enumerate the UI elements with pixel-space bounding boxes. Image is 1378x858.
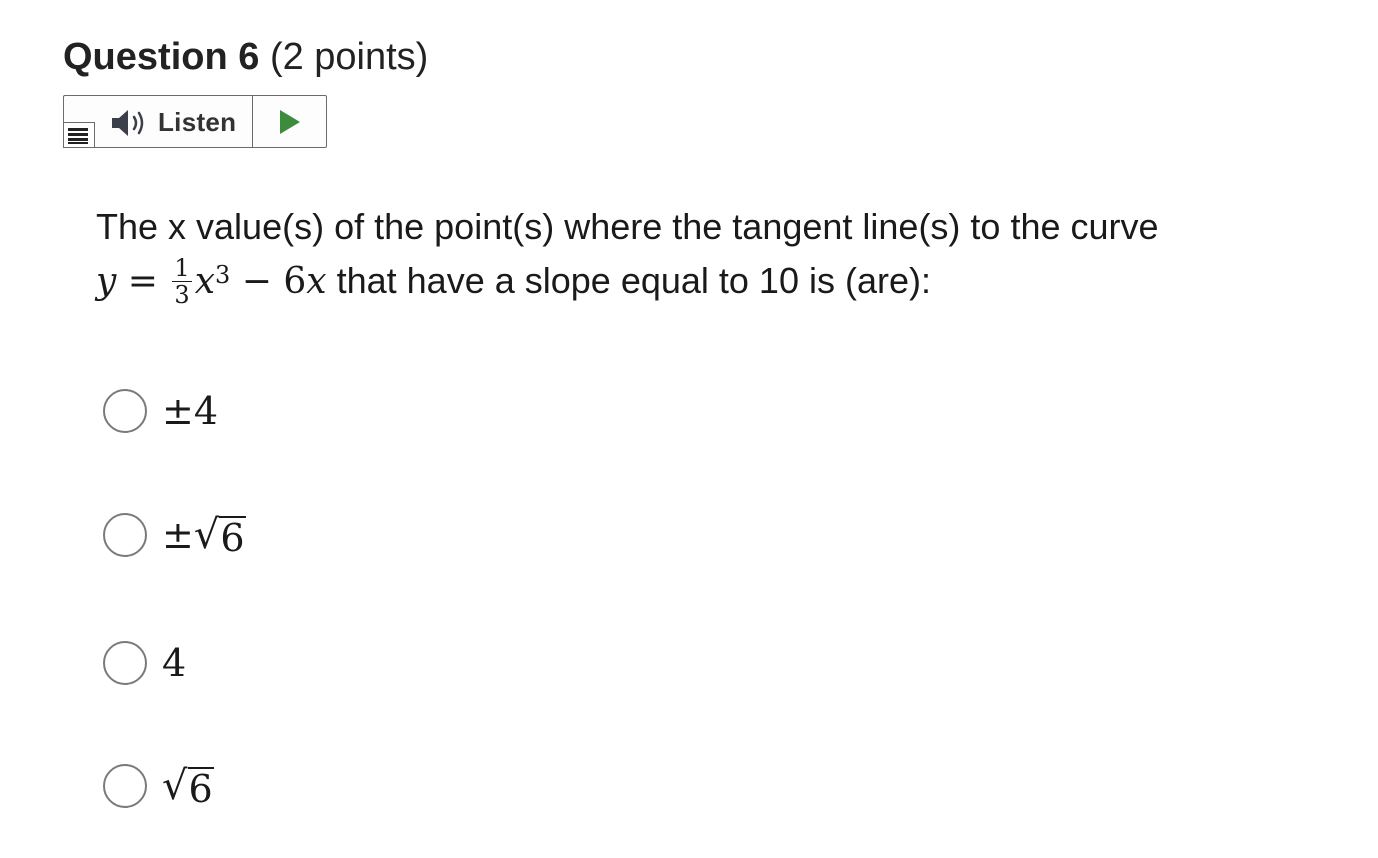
radio-button[interactable] (103, 389, 147, 433)
equation: y = 1 3 x3 − 6x (96, 253, 327, 309)
radio-button[interactable] (103, 513, 147, 557)
question-points: (2 points) (269, 36, 429, 78)
question-header: Question 6 (2 points) (63, 34, 428, 80)
option-label: √ 6 (162, 762, 214, 810)
radio-button[interactable] (103, 641, 147, 685)
option-label: ± √ 6 (162, 512, 246, 560)
play-icon (279, 109, 300, 134)
play-button[interactable] (253, 96, 326, 147)
speaker-icon (112, 110, 144, 136)
radio-button[interactable] (103, 764, 147, 808)
answer-option-1[interactable]: ±4 (103, 387, 218, 435)
listen-label: Listen (158, 107, 237, 137)
prompt-line-2: y = 1 3 x3 − 6x that have a slope equal to… (96, 254, 1316, 310)
answer-option-3[interactable]: 4 (103, 639, 186, 687)
answer-option-2[interactable]: ± √ 6 (103, 511, 246, 559)
menu-icon[interactable] (63, 122, 95, 148)
listen-toolbar: Listen (63, 95, 327, 148)
sqrt: √ 6 (162, 763, 214, 811)
question-prompt: The x value(s) of the point(s) where the… (96, 200, 1316, 310)
question-title: Question 6 (63, 36, 260, 78)
fraction: 13 (172, 253, 192, 309)
option-label: ±4 (162, 389, 219, 433)
prompt-line-1: The x value(s) of the point(s) where the… (96, 206, 1159, 247)
option-label: 4 (162, 641, 187, 685)
listen-button[interactable]: Listen (63, 96, 253, 148)
prompt-line-2-text: that have a slope equal to 10 is (are): (336, 260, 931, 301)
answer-option-4[interactable]: √ 6 (103, 762, 214, 810)
sqrt: √ 6 (193, 512, 246, 560)
